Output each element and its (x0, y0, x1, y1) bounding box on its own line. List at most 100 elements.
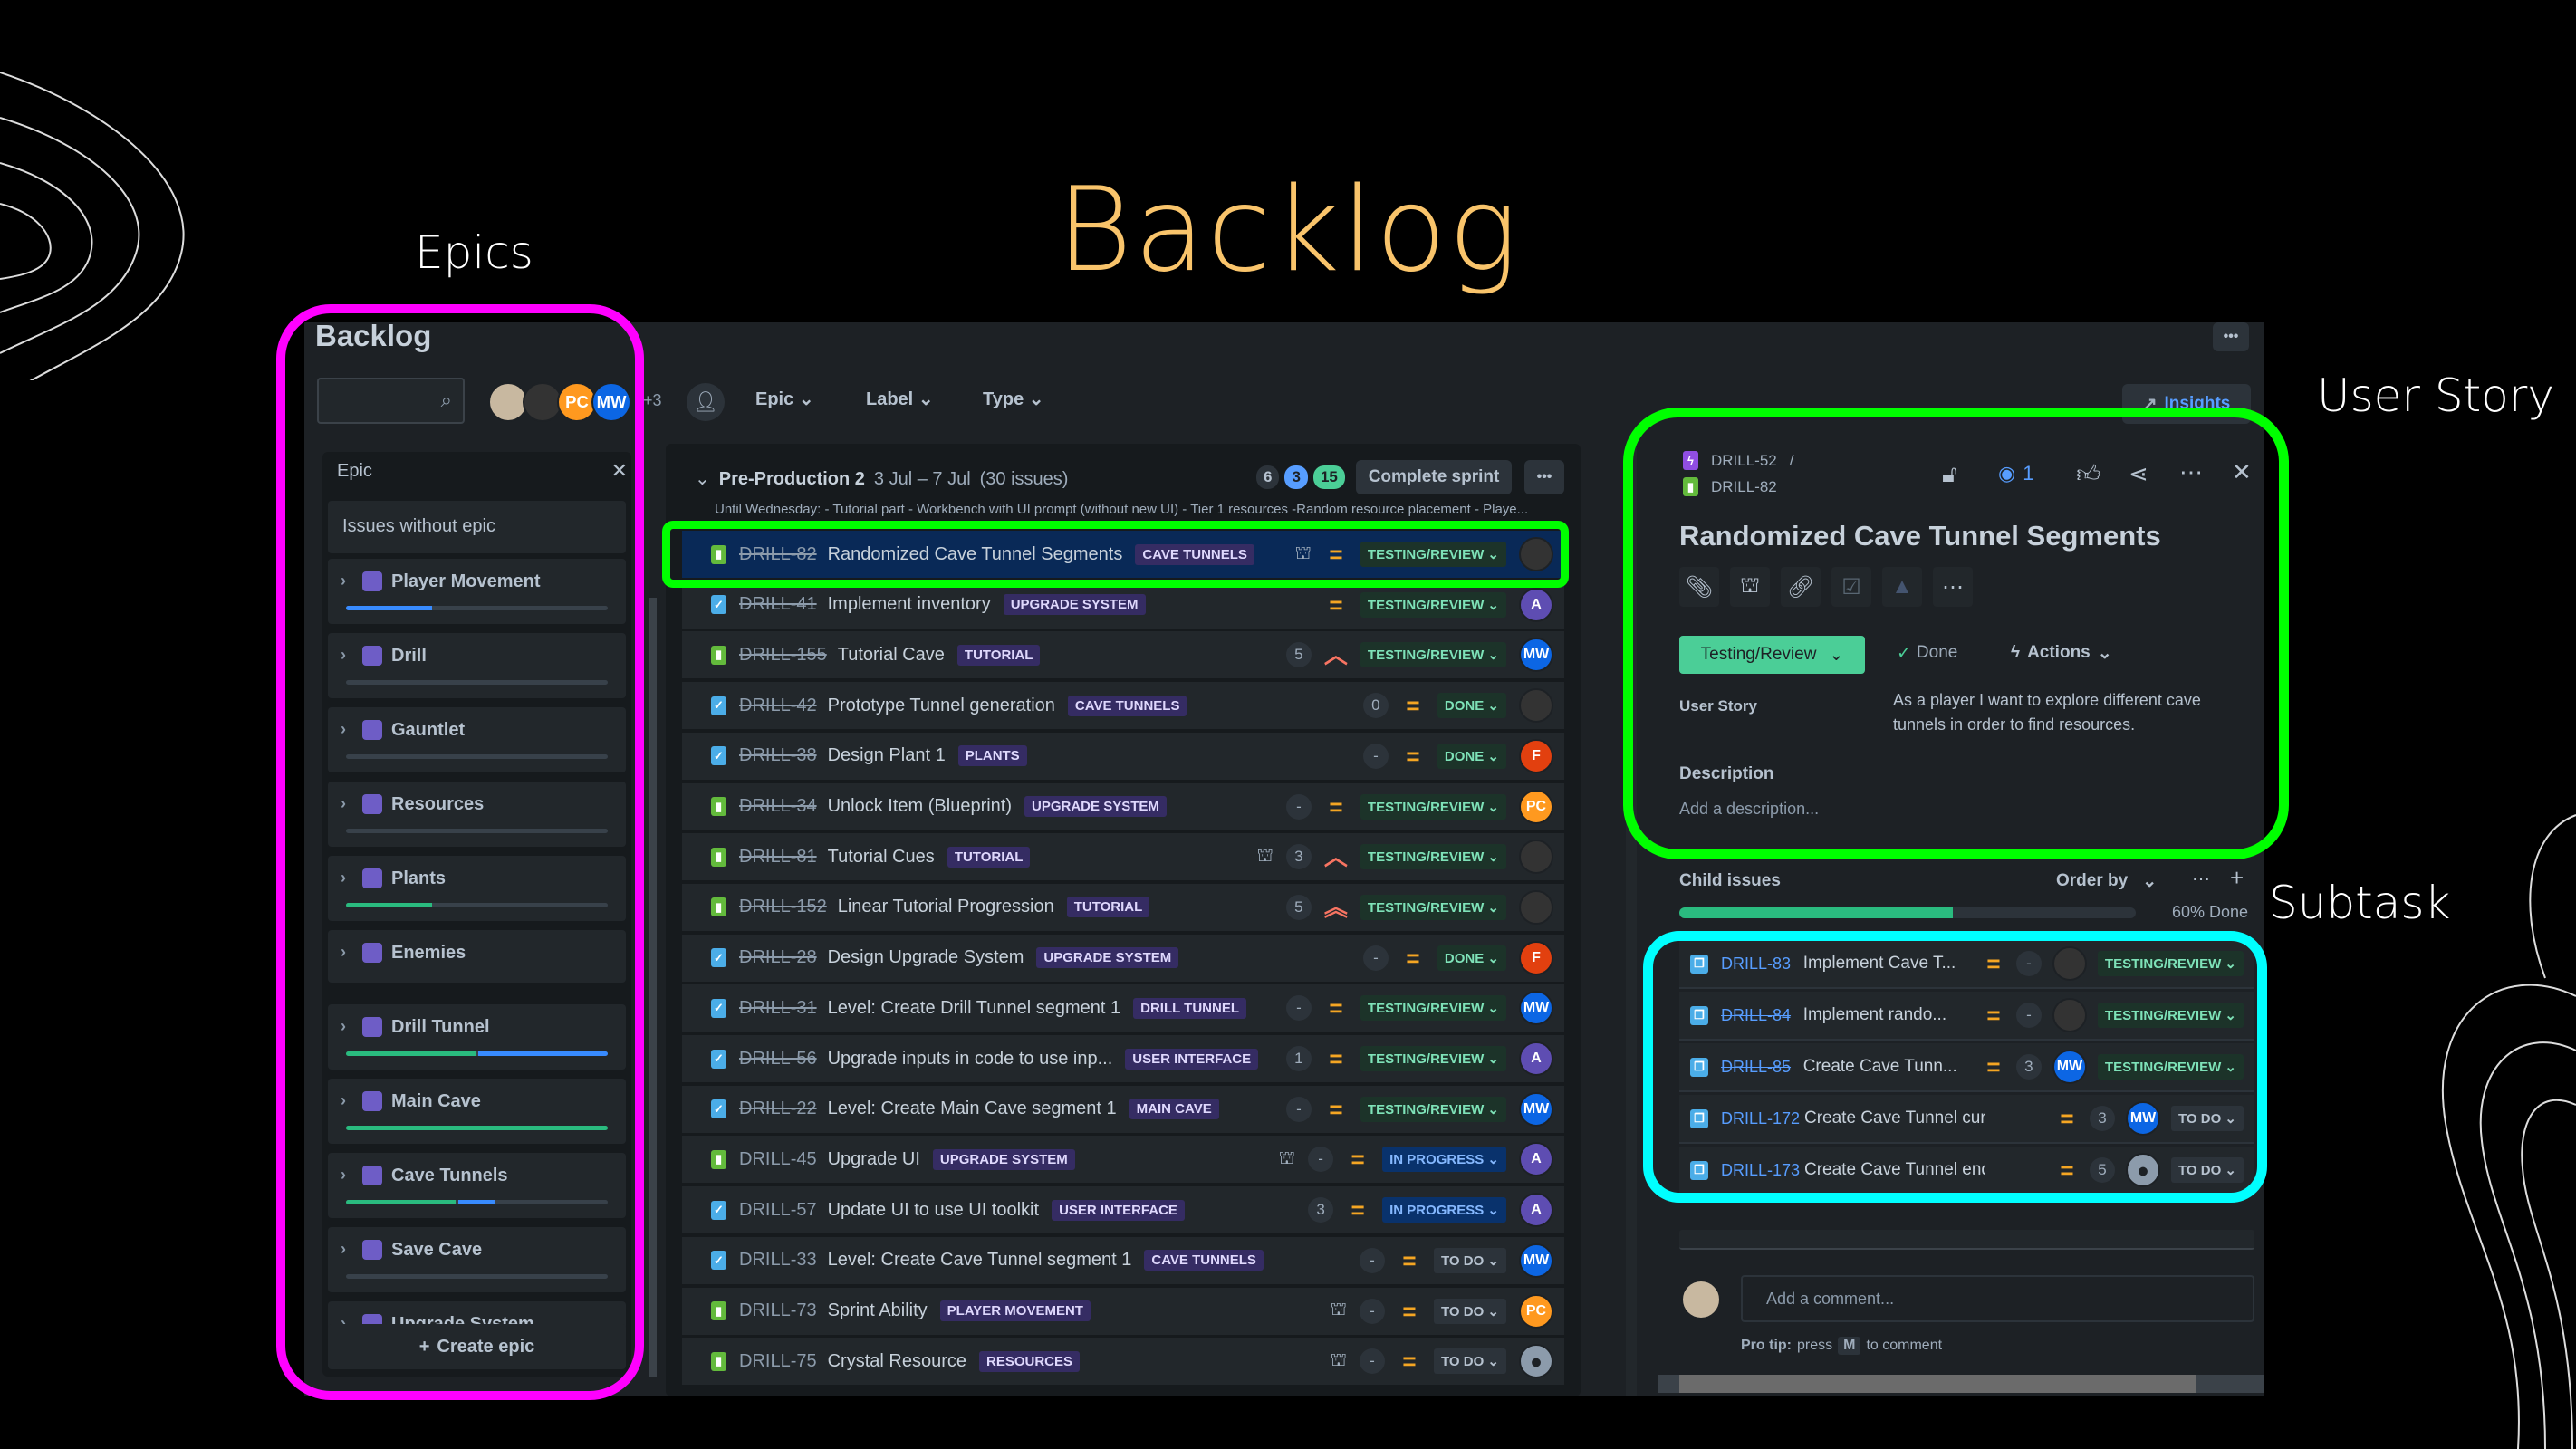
add-people-icon[interactable]: 👤︎ (687, 383, 725, 421)
assignee-avatar[interactable]: MW (1519, 1243, 1553, 1278)
issue-key[interactable]: DRILL-82 (1711, 478, 1777, 496)
epic-label[interactable]: CAVE TUNNELS (1067, 695, 1187, 716)
story-points[interactable]: 5 (1285, 642, 1312, 668)
issue-key[interactable]: DRILL-33 (739, 1250, 817, 1271)
epic-label[interactable]: PLANTS (957, 745, 1027, 767)
complete-sprint-button[interactable]: Complete sprint (1356, 460, 1512, 494)
child-more-icon[interactable]: ⋯ (2192, 868, 2210, 890)
status-dropdown[interactable]: IN PROGRESS ⌄ (1382, 1147, 1506, 1173)
epic-label[interactable]: RESOURCES (979, 1350, 1081, 1372)
backlog-row[interactable]: ✓ DRILL-38 Design Plant 1 PLANTS - = DONE ⌄ F (682, 732, 1564, 782)
backlog-row[interactable]: ▮ DRILL-73 Sprint Ability PLAYER MOVEMENT ⛫ -… (682, 1287, 1564, 1337)
epic-label[interactable]: DRILL TUNNEL (1133, 997, 1246, 1019)
issue-key[interactable]: DRILL-31 (739, 998, 817, 1019)
issue-key[interactable]: DRILL-56 (739, 1049, 817, 1070)
filter-epic[interactable]: Epic ⌄ (755, 388, 814, 410)
sprint-more-button[interactable]: ••• (1524, 460, 1564, 494)
main-scrollbar[interactable] (1626, 444, 1637, 1396)
more-icon[interactable]: ⋯ (2179, 458, 2203, 486)
assignee-avatar[interactable] (1519, 688, 1553, 724)
child-issue-row[interactable]: ❐ DRILL-85 Create Cave Tunn... = 3 MW TESTING/… (1679, 1043, 2254, 1092)
attachment-icon[interactable]: 📎︎ (1679, 567, 1719, 607)
status-dropdown[interactable]: IN PROGRESS ⌄ (1382, 1197, 1506, 1223)
filter-type[interactable]: Type ⌄ (983, 388, 1044, 410)
chevron-right-icon[interactable]: › (341, 1017, 346, 1036)
done-button[interactable]: ✓ Done (1897, 643, 1957, 664)
epic-label[interactable]: UPGRADE SYSTEM (1036, 947, 1179, 969)
backlog-row[interactable]: ▮ DRILL-34 Unlock Item (Blueprint) UPGRADE … (682, 782, 1564, 832)
assignee-avatar[interactable] (1519, 537, 1553, 571)
search-input[interactable]: ⌕ (317, 378, 465, 424)
story-points[interactable]: - (1285, 1096, 1312, 1122)
epic-label[interactable]: USER INTERFACE (1125, 1048, 1259, 1070)
issue-key[interactable]: DRILL-34 (739, 796, 817, 817)
status-dropdown[interactable]: TO DO ⌄ (2171, 1106, 2244, 1131)
story-points[interactable]: - (1360, 1298, 1386, 1324)
parent-key[interactable]: DRILL-52 (1711, 452, 1777, 470)
epic-item[interactable]: › Drill Tunnel (328, 1004, 626, 1070)
assignee-avatar[interactable]: A (1519, 1041, 1553, 1076)
child-issue-row[interactable]: ❐ DRILL-173Create Cave Tunnel end pi... = 5… (1679, 1147, 2254, 1195)
more-icon[interactable]: ⋯ (1933, 567, 1973, 607)
chevron-right-icon[interactable]: › (341, 794, 346, 813)
story-points[interactable]: - (1285, 793, 1312, 820)
assignee-avatar[interactable] (1519, 889, 1553, 925)
status-dropdown[interactable]: TESTING/REVIEW ⌄ (1360, 642, 1506, 668)
issue-key[interactable]: DRILL-82 (739, 544, 817, 565)
chevron-right-icon[interactable]: › (341, 1166, 346, 1185)
actions-button[interactable]: ϟ Actions ⌄ (2011, 643, 2112, 664)
chevron-down-icon[interactable]: ⌄ (695, 467, 710, 490)
insights-button[interactable]: ↗ Insights (2122, 384, 2251, 424)
story-points[interactable]: - (1285, 995, 1312, 1022)
assignee-avatar[interactable]: MW (1519, 1091, 1553, 1127)
issue-key[interactable]: DRILL-28 (739, 947, 817, 968)
breadcrumb-issue[interactable]: ▮ DRILL-82 (1683, 477, 1777, 496)
assignee-avatar[interactable]: MW (2052, 1050, 2087, 1084)
status-dropdown[interactable]: TESTING/REVIEW ⌄ (1360, 844, 1506, 870)
story-points[interactable]: - (2015, 951, 2042, 976)
comment-input[interactable]: Add a comment... (1741, 1275, 2254, 1322)
story-points[interactable]: 3 (2090, 1106, 2116, 1131)
backlog-row[interactable]: ✓ DRILL-22 Level: Create Main Cave segment… (682, 1085, 1564, 1135)
epic-label[interactable]: USER INTERFACE (1052, 1199, 1185, 1221)
chevron-right-icon[interactable]: › (341, 720, 346, 739)
epic-item[interactable]: › Resources (328, 782, 626, 847)
status-dropdown[interactable]: TESTING/REVIEW ⌄ (2097, 1003, 2244, 1028)
epic-label[interactable]: MAIN CAVE (1129, 1099, 1219, 1120)
issue-key[interactable]: DRILL-81 (739, 847, 817, 868)
assignee-avatar[interactable]: PC (1519, 1293, 1553, 1329)
close-icon[interactable]: ✕ (2232, 458, 2252, 486)
chevron-right-icon[interactable]: › (341, 571, 346, 590)
order-by-dropdown[interactable]: Order by ⌄ (2056, 871, 2157, 892)
child-key[interactable]: DRILL-172 (1721, 1109, 1804, 1128)
backlog-row[interactable]: ▮ DRILL-155 Tutorial Cave TUTORIAL 5 ︿ TESTING… (682, 631, 1564, 681)
horizontal-scrollbar-thumb[interactable] (1679, 1375, 2196, 1393)
chevron-right-icon[interactable]: › (341, 943, 346, 962)
status-dropdown[interactable]: DONE ⌄ (1437, 945, 1506, 971)
epic-item[interactable]: › Player Movement (328, 559, 626, 624)
link-icon[interactable]: 🔗︎ (1781, 567, 1821, 607)
assignee-avatar[interactable]: MW (1519, 991, 1553, 1026)
story-points[interactable]: 5 (1285, 894, 1312, 920)
child-key[interactable]: DRILL-83 (1721, 955, 1803, 974)
backlog-row[interactable]: ✓ DRILL-33 Level: Create Cave Tunnel segme… (682, 1236, 1564, 1286)
checklist-icon[interactable]: ☑ (1831, 567, 1871, 607)
assignee-avatar[interactable]: A (1519, 587, 1553, 622)
backlog-row[interactable]: ▮ DRILL-152 Linear Tutorial Progression TUT… (682, 883, 1564, 933)
add-child-icon[interactable]: + (2230, 864, 2244, 892)
assignee-avatar[interactable]: ● (2126, 1153, 2161, 1187)
description-input[interactable]: Add a description... (1679, 800, 1819, 819)
child-issue-row[interactable]: ❐ DRILL-83 Implement Cave T... = - TESTING/RE… (1679, 940, 2254, 989)
epic-label[interactable]: CAVE TUNNELS (1135, 543, 1254, 565)
backlog-row[interactable]: ▮ DRILL-81 Tutorial Cues TUTORIAL ⛫ 3 ︿ TESTING… (682, 833, 1564, 883)
story-points[interactable]: - (1360, 1348, 1386, 1375)
status-dropdown[interactable]: TESTING/REVIEW ⌄ (1360, 1096, 1506, 1122)
sprint-header[interactable]: ⌄ Pre-Production 2 3 Jul – 7 Jul (30 iss… (695, 467, 1068, 490)
status-dropdown[interactable]: TESTING/REVIEW ⌄ (1360, 1046, 1506, 1071)
epic-label[interactable]: TUTORIAL (956, 644, 1041, 666)
status-dropdown[interactable]: TESTING/REVIEW ⌄ (1360, 894, 1506, 920)
assignee-avatar[interactable]: F (1519, 940, 1553, 975)
backlog-row[interactable]: ✓ DRILL-56 Upgrade inputs in code to use i… (682, 1035, 1564, 1084)
assignee-avatar[interactable]: A (1519, 1142, 1553, 1177)
story-points[interactable]: 0 (1362, 693, 1389, 719)
